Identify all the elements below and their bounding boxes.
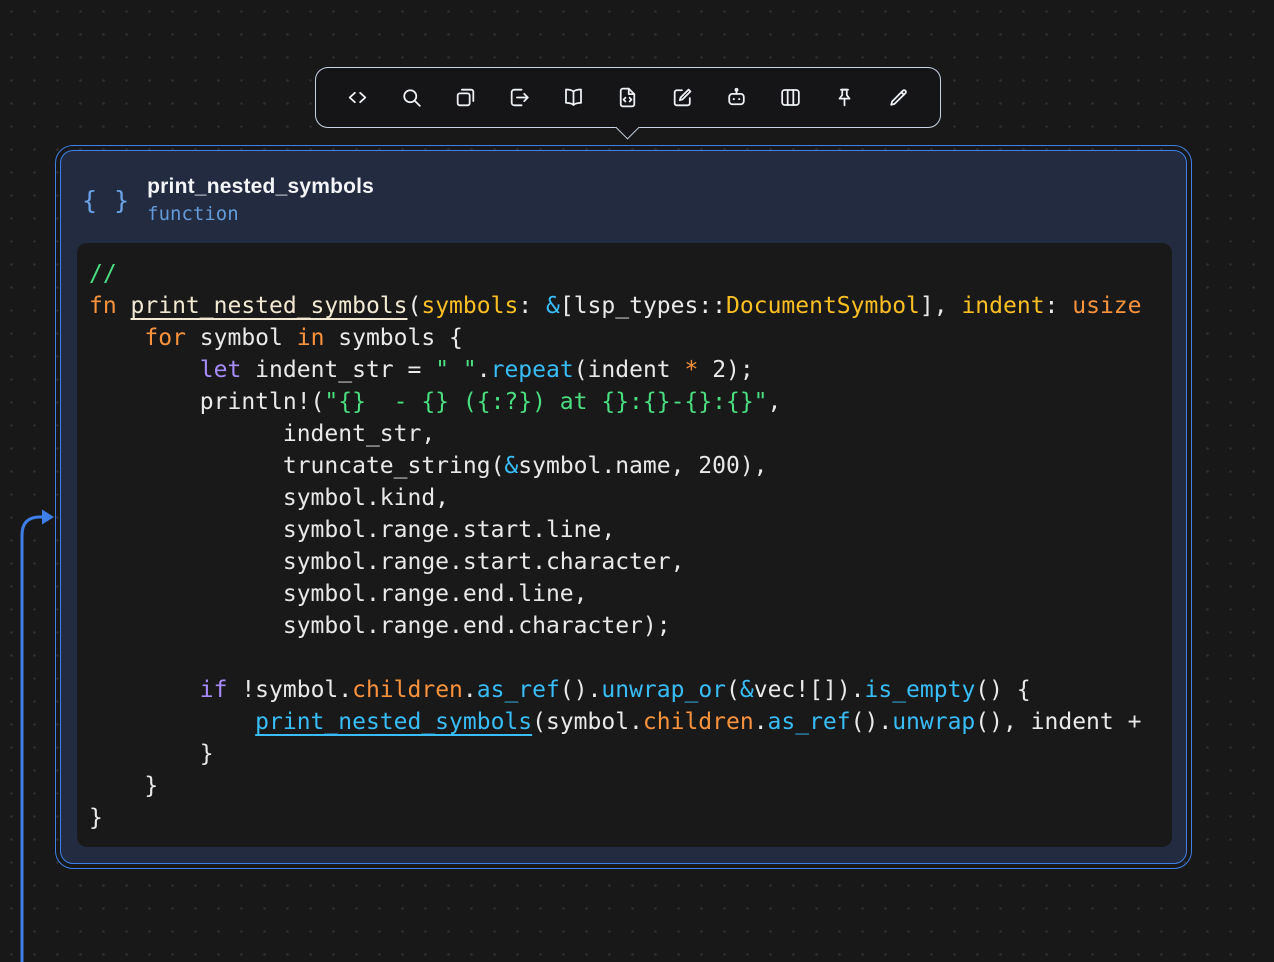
pin-icon (832, 85, 857, 110)
toolbar-button-export[interactable] (503, 81, 537, 115)
toolbar-button-book[interactable] (557, 81, 591, 115)
code-line: truncate_string(&symbol.name, 200), (89, 450, 1172, 482)
toolbar-button-columns[interactable] (774, 81, 808, 115)
code-line: indent_str, (89, 418, 1172, 450)
braces-icon: { } (82, 188, 130, 213)
connector-edge[interactable] (6, 503, 62, 962)
code-line: } (89, 770, 1172, 802)
code-line: symbol.range.start.line, (89, 514, 1172, 546)
node-title: print_nested_symbols (147, 175, 374, 199)
export-icon (507, 85, 532, 110)
code-line: if !symbol.children.as_ref().unwrap_or(&… (89, 674, 1172, 706)
code-line: // (89, 258, 1172, 290)
edge-line (22, 517, 42, 962)
symbol-link[interactable]: print_nested_symbols (131, 293, 408, 319)
code-line: let indent_str = " ".repeat(indent * 2); (89, 354, 1172, 386)
code-line: symbol.kind, (89, 482, 1172, 514)
toolbar-button-file-code[interactable] (611, 81, 645, 115)
pen-icon (886, 85, 911, 110)
toolbar-button-pen[interactable] (882, 81, 916, 115)
code-line (89, 642, 1172, 674)
toolbar-button-code[interactable] (340, 81, 374, 115)
code-line: symbol.range.end.character); (89, 610, 1172, 642)
symbol-link[interactable]: print_nested_symbols (255, 709, 532, 735)
code-block: //fn print_nested_symbols(symbols: &[lsp… (77, 243, 1172, 847)
code-line: fn print_nested_symbols(symbols: &[lsp_t… (89, 290, 1172, 322)
code-line: symbol.range.start.character, (89, 546, 1172, 578)
toolbar-button-pin[interactable] (828, 81, 862, 115)
columns-icon (778, 85, 803, 110)
code-line: print_nested_symbols(symbol.children.as_… (89, 706, 1172, 738)
edge-arrow-icon (42, 510, 54, 525)
search-icon (399, 85, 424, 110)
node-subtitle: function (147, 203, 374, 225)
node-header: { } print_nested_symbols function (61, 151, 1186, 243)
code-line: } (89, 802, 1172, 834)
toolbar-button-bot[interactable] (719, 81, 753, 115)
code-line: println!("{} - {} ({:?}) at {}:{}-{}:{}"… (89, 386, 1172, 418)
toolbar-button-search[interactable] (394, 81, 428, 115)
code-line: } (89, 738, 1172, 770)
edit-icon (670, 85, 695, 110)
node-header-text: print_nested_symbols function (147, 175, 374, 225)
bot-icon (724, 85, 749, 110)
code-node-body: { } print_nested_symbols function //fn p… (60, 150, 1187, 864)
code-icon (345, 85, 370, 110)
toolbar-button-edit[interactable] (665, 81, 699, 115)
file-code-icon (615, 85, 640, 110)
copy-icon (453, 85, 478, 110)
toolbar-button-copy[interactable] (448, 81, 482, 115)
code-line: for symbol in symbols { (89, 322, 1172, 354)
book-icon (561, 85, 586, 110)
code-node[interactable]: { } print_nested_symbols function //fn p… (55, 145, 1192, 869)
code-line: symbol.range.end.line, (89, 578, 1172, 610)
